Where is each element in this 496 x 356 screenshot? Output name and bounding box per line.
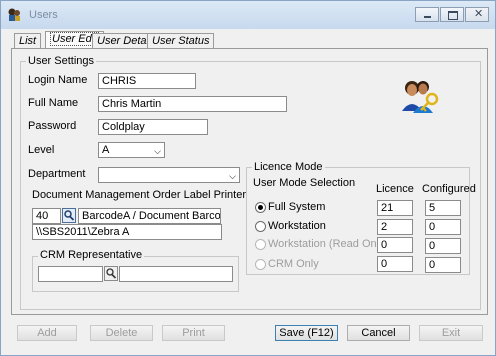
close-icon: ✕ xyxy=(474,8,484,20)
crm-only-radio[interactable] xyxy=(255,259,266,270)
maximize-button[interactable] xyxy=(440,7,464,22)
workstation-read-only-label: Workstation (Read Only) xyxy=(268,238,389,250)
full-system-configured-input[interactable]: 5 xyxy=(425,200,461,216)
crm-name-input[interactable] xyxy=(119,266,233,282)
full-system-label: Full System xyxy=(268,201,326,213)
level-value: A xyxy=(102,144,110,156)
crm-only-licence-input[interactable]: 0 xyxy=(377,256,413,272)
department-label: Department xyxy=(28,168,86,180)
tab-user-status-label: User Status xyxy=(152,35,210,47)
chevron-down-icon: ⌵ xyxy=(229,171,236,181)
minimize-button[interactable] xyxy=(415,7,439,22)
full-name-label: Full Name xyxy=(28,97,79,109)
window-title: Users xyxy=(29,9,58,21)
doc-printer-code-input[interactable]: 40 xyxy=(32,208,61,224)
workstation-read-only-licence-input[interactable]: 0 xyxy=(377,237,413,253)
minimize-icon xyxy=(424,16,431,18)
full-name-input[interactable]: Chris Martin xyxy=(98,96,287,112)
tab-user-status[interactable]: User Status xyxy=(147,33,215,49)
workstation-configured-input[interactable]: 0 xyxy=(425,219,461,235)
user-settings-legend: User Settings xyxy=(26,55,97,67)
delete-button[interactable]: Delete xyxy=(90,325,153,341)
search-icon xyxy=(64,210,75,221)
configured-header: Configured xyxy=(422,183,476,195)
full-system-licence-input[interactable]: 21 xyxy=(377,200,413,216)
close-button[interactable]: ✕ xyxy=(465,7,489,22)
radio-selected-dot xyxy=(258,205,263,210)
restore-icon xyxy=(448,11,458,20)
user-keys-icon xyxy=(402,81,439,113)
password-label: Password xyxy=(28,120,77,132)
level-label: Level xyxy=(28,144,55,156)
add-button[interactable]: Add xyxy=(17,325,77,341)
users-app-icon xyxy=(8,8,20,21)
cancel-button[interactable]: Cancel xyxy=(347,325,410,341)
crm-code-input[interactable] xyxy=(38,266,103,282)
login-name-input[interactable]: CHRIS xyxy=(98,73,196,89)
doc-printer-search-button[interactable] xyxy=(62,208,76,223)
department-select[interactable]: ⌵ xyxy=(98,167,240,183)
doc-mgmt-label: Document Management Order Label Printer xyxy=(32,189,246,201)
login-name-label: Login Name xyxy=(28,74,88,86)
crm-only-label: CRM Only xyxy=(268,258,319,270)
tab-list[interactable]: List xyxy=(14,33,42,49)
licence-mode-legend: Licence Mode xyxy=(252,161,325,173)
chevron-down-icon: ⌵ xyxy=(154,146,161,156)
user-edit-panel: User Settings Login Name CHRIS Full Name… xyxy=(11,48,488,315)
users-window: Users ✕ List User Edit User Details User… xyxy=(0,0,496,356)
workstation-label: Workstation xyxy=(268,220,326,232)
level-select[interactable]: A ⌵ xyxy=(98,142,165,158)
tab-list-label: List xyxy=(19,35,37,47)
doc-printer-name-input[interactable]: BarcodeA / Document Barcode xyxy=(78,208,221,224)
workstation-read-only-radio[interactable] xyxy=(255,239,266,250)
save-button[interactable]: Save (F12) xyxy=(275,325,338,341)
workstation-licence-input[interactable]: 2 xyxy=(377,219,413,235)
workstation-radio[interactable] xyxy=(255,221,266,232)
licence-header: Licence xyxy=(376,183,414,195)
title-bar: Users ✕ xyxy=(1,1,495,29)
search-icon xyxy=(106,268,117,279)
password-input[interactable]: Coldplay xyxy=(98,119,208,135)
print-button[interactable]: Print xyxy=(162,325,225,341)
full-system-radio[interactable] xyxy=(255,202,266,213)
crm-search-button[interactable] xyxy=(104,266,118,281)
workstation-read-only-configured-input[interactable]: 0 xyxy=(425,238,461,254)
crm-only-configured-input[interactable]: 0 xyxy=(425,257,461,273)
user-mode-selection-label: User Mode Selection xyxy=(253,177,356,189)
doc-printer-path-input[interactable]: \\SBS2011\Zebra A xyxy=(32,224,222,240)
crm-representative-legend: CRM Representative xyxy=(38,249,145,261)
exit-button[interactable]: Exit xyxy=(419,325,483,341)
